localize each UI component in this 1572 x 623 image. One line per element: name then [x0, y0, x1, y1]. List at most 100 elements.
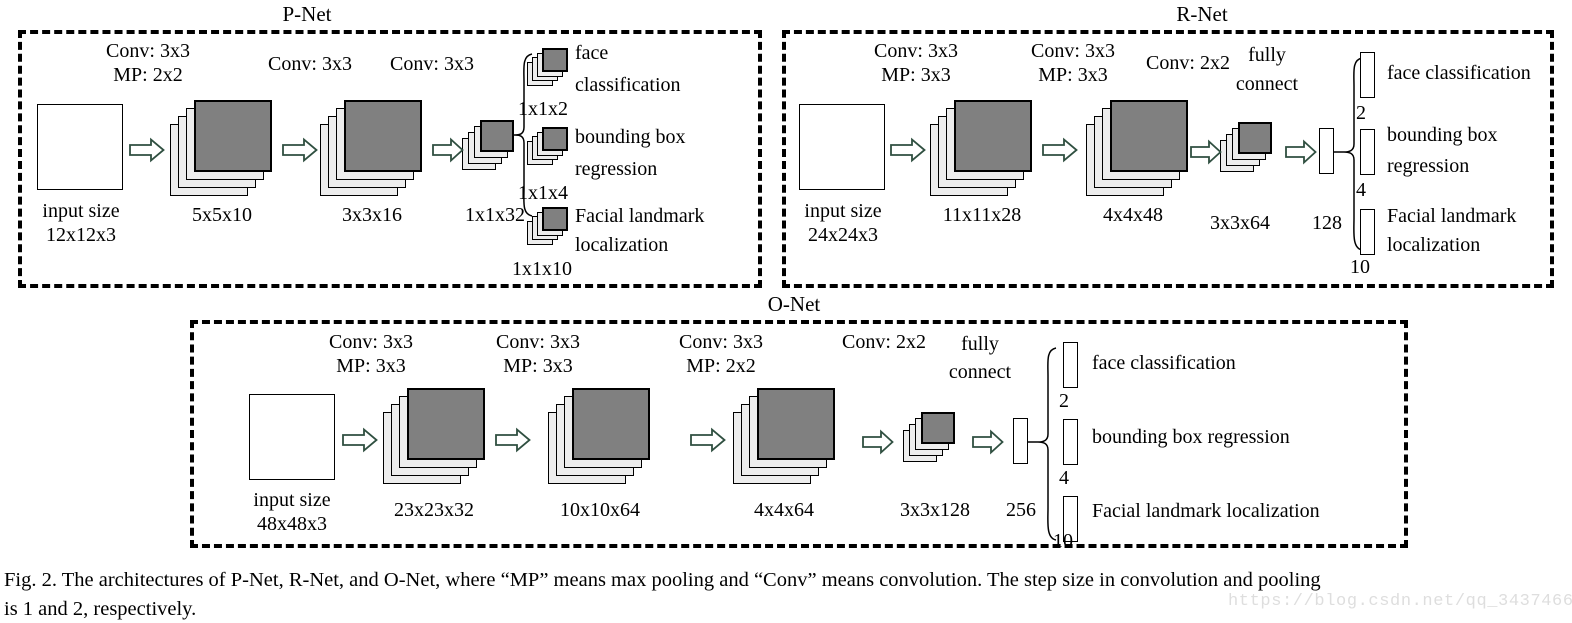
r-net-output-1-bar: [1360, 52, 1375, 98]
o-net-stage-2-size: 10x10x64: [560, 499, 640, 521]
r-net-stage-2-size: 4x4x48: [1103, 204, 1163, 226]
r-net-title: R-Net: [1150, 4, 1254, 25]
o-net-op-2-line2: MP: 3x3: [503, 355, 573, 377]
r-net-output-2-bar: [1360, 129, 1375, 175]
o-net-title: O-Net: [742, 294, 846, 315]
watermark: https://blog.csdn.net/qq_34374664: [1228, 592, 1572, 611]
o-net-op-5-line2: connect: [948, 361, 1012, 383]
o-net-output-2-bar: [1063, 419, 1078, 465]
o-net-output-1-bar: [1063, 342, 1078, 388]
p-net-stage-3-size: 1x1x32: [465, 204, 525, 226]
o-net-output-1-label-line1: face classification: [1092, 352, 1236, 374]
p-net-stage-1-size: 5x5x10: [192, 204, 252, 226]
r-net-op-1-line2: MP: 3x3: [881, 64, 951, 86]
o-net-arrow-3: [690, 427, 726, 453]
r-net-output-2-label-line1: bounding box: [1387, 124, 1498, 146]
p-net-feature-stack-2: [320, 100, 430, 200]
o-net-output-1-size: 2: [1059, 390, 1069, 412]
r-net-output-1-label-line1: face classification: [1387, 62, 1531, 84]
r-net-op-2-line1: Conv: 3x3: [1031, 40, 1115, 62]
p-net-title: P-Net: [255, 4, 359, 25]
p-net-output-1-stack: [527, 48, 575, 92]
o-net-arrow-2: [495, 427, 531, 453]
figure-canvas: P-Net input size 12x12x3 Conv: 3x3 MP: 2…: [0, 0, 1572, 623]
o-net-input-label-line2: 48x48x3: [257, 513, 327, 535]
p-net-output-1-size: 1x1x2: [518, 98, 568, 120]
r-net-op-2-line2: MP: 3x3: [1038, 64, 1108, 86]
r-net-feature-stack-3: [1220, 122, 1282, 182]
p-net-op-2-line1: Conv: 3x3: [268, 53, 352, 75]
p-net-output-1-label-line1: face: [575, 42, 609, 64]
figure-caption-line1: Fig. 2. The architectures of P-Net, R-Ne…: [4, 569, 1321, 591]
o-net-fc-bar: [1013, 418, 1028, 464]
o-net-stage-5-size: 256: [1006, 499, 1036, 521]
p-net-output-3-label-line1: Facial landmark: [575, 205, 705, 227]
p-net-input-label-line1: input size: [42, 200, 120, 222]
p-net-feature-stack-1: [170, 100, 280, 200]
r-net-op-3-line1: Conv: 2x2: [1146, 52, 1230, 74]
o-net-output-2-size: 4: [1059, 467, 1069, 489]
p-net-arrow-3: [432, 137, 464, 163]
o-net-output-2-label-line1: bounding box regression: [1092, 426, 1290, 448]
r-net-output-2-label-line2: regression: [1387, 155, 1470, 177]
p-net-arrow-1: [129, 137, 165, 163]
o-net-arrow-4: [862, 429, 894, 455]
p-net-op-1-line2: MP: 2x2: [113, 64, 183, 86]
r-net-input-label-line2: 24x24x3: [808, 224, 878, 246]
r-net-stage-3-size: 3x3x64: [1210, 212, 1270, 234]
r-net-arrow-1: [890, 137, 926, 163]
p-net-output-2-label-line2: regression: [575, 158, 658, 180]
o-net-op-5-line1: fully: [961, 333, 999, 355]
o-net-feature-stack-3: [733, 388, 843, 488]
p-net-op-3-line1: Conv: 3x3: [390, 53, 474, 75]
r-net-op-4-line1: fully: [1248, 44, 1286, 66]
r-net-arrow-2: [1042, 137, 1078, 163]
o-net-input-label-line1: input size: [253, 489, 331, 511]
r-net-arrow-3: [1190, 139, 1222, 165]
o-net-op-4-line1: Conv: 2x2: [842, 331, 926, 353]
r-net-input-label-line1: input size: [804, 200, 882, 222]
o-net-output-3-size: 10: [1053, 530, 1073, 552]
o-net-stage-4-size: 3x3x128: [900, 499, 970, 521]
p-net-input-square: [37, 104, 123, 190]
p-net-stage-2-size: 3x3x16: [342, 204, 402, 226]
r-net-stage-1-size: 11x11x28: [942, 204, 1022, 226]
r-net-feature-stack-1: [930, 100, 1040, 200]
p-net-output-2-size: 1x1x4: [518, 182, 568, 204]
o-net-arrow-5: [972, 429, 1004, 455]
o-net-output-3-label-line1: Facial landmark localization: [1092, 500, 1320, 522]
p-net-output-2-stack: [527, 127, 575, 171]
o-net-input-square: [249, 394, 335, 480]
o-net-op-2-line1: Conv: 3x3: [496, 331, 580, 353]
r-net-input-square: [799, 104, 885, 190]
o-net-op-3-line1: Conv: 3x3: [679, 331, 763, 353]
o-net-op-3-line2: MP: 2x2: [686, 355, 756, 377]
p-net-op-1-line1: Conv: 3x3: [106, 40, 190, 62]
p-net-output-2-label-line1: bounding box: [575, 126, 686, 148]
r-net-arrow-4: [1285, 139, 1317, 165]
o-net-feature-stack-2: [548, 388, 658, 488]
o-net-feature-stack-1: [383, 388, 493, 488]
r-net-output-1-size: 2: [1356, 102, 1366, 124]
r-net-feature-stack-2: [1086, 100, 1196, 200]
o-net-op-1-line2: MP: 3x3: [336, 355, 406, 377]
p-net-output-1-label-line2: classification: [575, 74, 681, 96]
p-net-output-3-stack: [527, 207, 575, 251]
o-net-stage-1-size: 23x23x32: [394, 499, 474, 521]
r-net-stage-4-size: 128: [1312, 212, 1342, 234]
r-net-output-3-label-line2: localization: [1387, 234, 1481, 256]
r-net-op-1-line1: Conv: 3x3: [874, 40, 958, 62]
o-net-op-1-line1: Conv: 3x3: [329, 331, 413, 353]
r-net-output-2-size: 4: [1356, 179, 1366, 201]
r-net-op-4-line2: connect: [1235, 73, 1299, 95]
r-net-fc-bar: [1319, 128, 1334, 174]
p-net-arrow-2: [282, 137, 318, 163]
o-net-feature-stack-4: [903, 412, 965, 472]
o-net-stage-3-size: 4x4x64: [754, 499, 814, 521]
r-net-output-3-size: 10: [1350, 256, 1370, 278]
p-net-output-3-label-line2: localization: [575, 234, 669, 256]
r-net-output-3-label-line1: Facial landmark: [1387, 205, 1517, 227]
o-net-arrow-1: [342, 427, 378, 453]
p-net-input-label-line2: 12x12x3: [46, 224, 116, 246]
p-net-feature-stack-3: [462, 120, 524, 180]
